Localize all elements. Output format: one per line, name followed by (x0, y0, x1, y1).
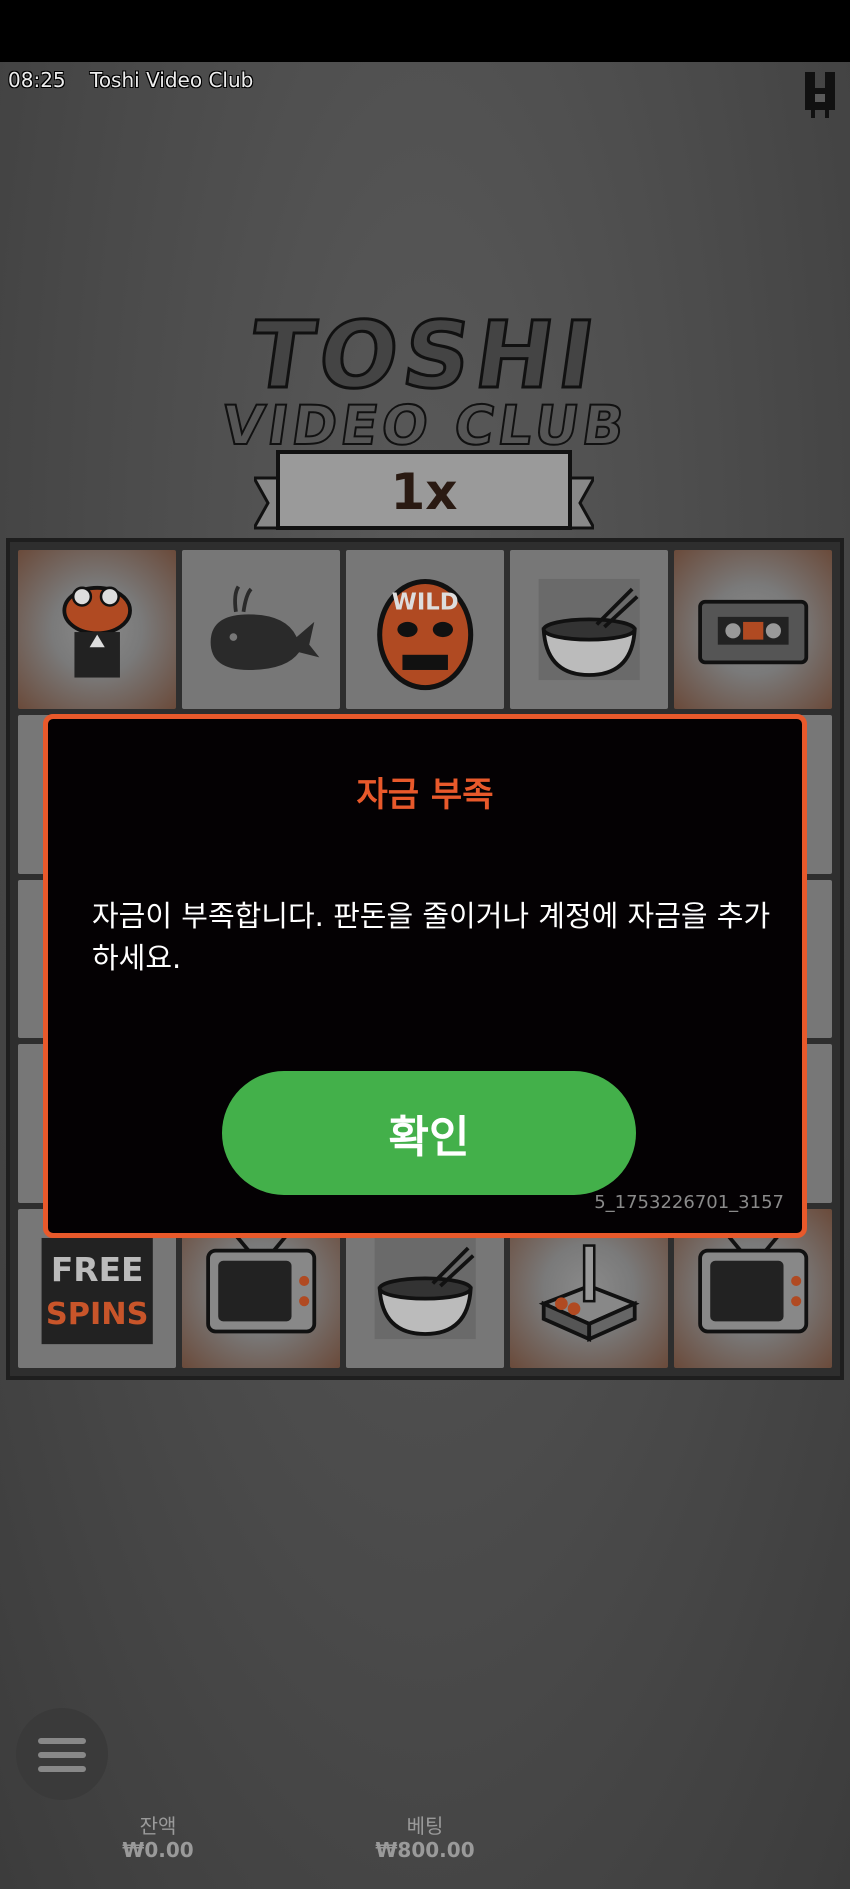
error-id: 5_1753226701_3157 (594, 1192, 784, 1213)
tv-icon (698, 1234, 808, 1334)
insufficient-funds-dialog: 자금 부족 자금이 부족합니다. 판돈을 줄이거나 계정에 자금을 추가하세요.… (43, 714, 807, 1238)
confirm-button[interactable]: 확인 (222, 1071, 636, 1195)
dialog-title: 자금 부족 (356, 775, 494, 815)
whale-icon (210, 585, 320, 670)
reel-cell: WILD (346, 550, 504, 709)
balance-value: ₩0.00 (122, 1838, 194, 1862)
noodle-bowl-icon (538, 578, 640, 680)
bet-value[interactable]: ₩800.00 (325, 1838, 525, 1862)
reel-cell (182, 550, 340, 709)
menu-button[interactable] (16, 1708, 108, 1800)
game-title: Toshi Video Club (90, 68, 254, 92)
joystick-icon (538, 1244, 640, 1343)
multiplier-label: 1x (390, 463, 458, 521)
balance-label: 잔액 (139, 1814, 177, 1838)
brand-logo-icon (805, 72, 835, 118)
reel-cell (674, 550, 832, 709)
logo-title: TOSHI (242, 301, 608, 411)
free-spins-icon: FREE SPINS (41, 1238, 153, 1345)
dialog-message: 자금이 부족합니다. 판돈을 줄이거나 계정에 자금을 추가하세요. (92, 899, 771, 975)
reel-cell (510, 550, 668, 709)
vhs-tape-icon (698, 599, 808, 665)
hamburger-menu-icon (38, 1738, 86, 1772)
free-spins-label-1: FREE (51, 1250, 144, 1289)
tv-icon (206, 1234, 316, 1334)
clock-time: 08:25 (8, 68, 66, 92)
bet-label: 베팅 (406, 1814, 444, 1838)
noodle-bowl-icon (374, 1238, 476, 1340)
wild-label: WILD (392, 589, 459, 615)
frog-mascot-icon (62, 585, 132, 678)
wild-mask-icon: WILD (376, 578, 474, 691)
reel-cell (18, 550, 176, 709)
free-spins-label-2: SPINS (46, 1297, 149, 1332)
